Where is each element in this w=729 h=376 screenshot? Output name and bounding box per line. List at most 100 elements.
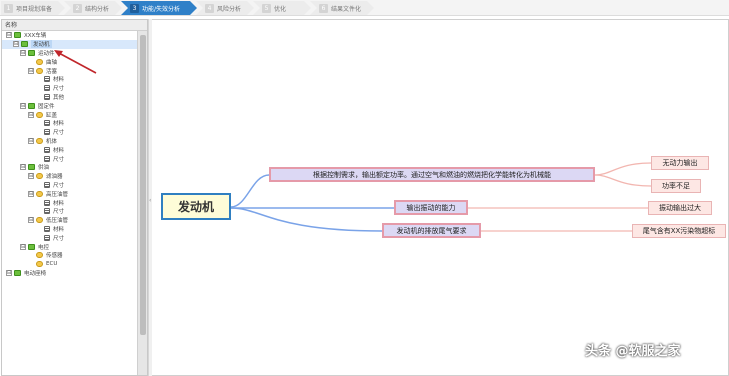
- tree-node[interactable]: ECU: [2, 260, 138, 269]
- tree-node-label: 电动座椅: [24, 270, 47, 277]
- step-planning[interactable]: 1 项目规划准备: [1, 1, 65, 15]
- tree-node[interactable]: ⊟ 低压油管: [2, 216, 138, 225]
- function-icon: [36, 111, 43, 118]
- collapse-toggle-icon[interactable]: ⊟: [6, 32, 12, 39]
- tree-node[interactable]: 尺寸: [2, 207, 138, 216]
- tree-scrollbar[interactable]: [137, 31, 147, 375]
- tree-node[interactable]: ⊟ 高压油管: [2, 189, 138, 198]
- tree-node[interactable]: ⊟ 活塞: [2, 66, 138, 75]
- tree-node[interactable]: ⊟ 运动件: [2, 49, 138, 58]
- failure-node[interactable]: 振动输出过大: [648, 201, 712, 215]
- step-number: 5: [262, 4, 271, 13]
- tree-node[interactable]: ⊟ 供油: [2, 163, 138, 172]
- function-node[interactable]: 根据控制需求，输出额定功率。通过空气和燃油的燃烧把化学能转化为机械能: [269, 167, 595, 182]
- collapse-toggle-icon[interactable]: ⊟: [20, 49, 26, 56]
- tree-node[interactable]: 曲轴: [2, 57, 138, 66]
- step-result-documentation[interactable]: 6 结果文件化: [310, 1, 374, 15]
- tree-node-label: 曲轴: [46, 59, 58, 66]
- tree-node[interactable]: ⊟ 电动座椅: [2, 269, 138, 278]
- step-risk-analysis[interactable]: 4 风险分析: [196, 1, 254, 15]
- step-optimization[interactable]: 5 优化: [253, 1, 311, 15]
- attribute-icon: [44, 120, 50, 127]
- function-node[interactable]: 输出振动的能力: [394, 200, 468, 215]
- tree-node[interactable]: 尺寸: [2, 181, 138, 190]
- tree-node[interactable]: ⊟ 缸盖: [2, 110, 138, 119]
- tree-column-header: 名称: [2, 20, 147, 31]
- collapse-toggle-icon[interactable]: ⊟: [20, 243, 26, 250]
- tree-node[interactable]: 材料: [2, 145, 138, 154]
- attribute-icon: [44, 199, 50, 206]
- collapse-toggle-icon[interactable]: ⊟: [6, 269, 12, 276]
- watermark-text: 头条 @软服之家: [585, 344, 681, 359]
- system-icon: [28, 164, 35, 171]
- connector-function-1-to-failure-2: [594, 174, 652, 187]
- function-icon: [36, 261, 43, 268]
- tree-node[interactable]: ⊟ 发动机: [2, 39, 138, 49]
- tree-node-label: 材料: [53, 121, 65, 128]
- tree-node[interactable]: 材料: [2, 198, 138, 207]
- failure-node[interactable]: 无动力输出: [651, 156, 709, 170]
- collapse-toggle-icon[interactable]: ⊟: [20, 102, 26, 109]
- tree-node-label: 机体: [46, 138, 58, 145]
- scrollbar-thumb[interactable]: [140, 35, 146, 335]
- tree-node-label: 传感器: [46, 253, 63, 260]
- step-label: 结构分析: [85, 5, 110, 13]
- process-step-bar: 1 项目规划准备 2 结构分析 3 功能/失效分析 4 风险分析 5 优化 6 …: [0, 0, 729, 16]
- tree-node-label: 材料: [53, 147, 65, 154]
- tree-node[interactable]: 材料: [2, 75, 138, 84]
- tree-node-label: 缸盖: [46, 112, 58, 119]
- attribute-icon: [44, 225, 50, 232]
- tree-node[interactable]: 尺寸: [2, 154, 138, 163]
- attribute-icon: [44, 146, 50, 153]
- mindmap-root-node[interactable]: 发动机: [161, 193, 231, 220]
- tree-node[interactable]: 尺寸: [2, 128, 138, 137]
- tree-node-label: 运动件: [38, 50, 55, 57]
- tree-node-label: 材料: [53, 200, 65, 207]
- collapse-toggle-icon[interactable]: ⊟: [28, 137, 34, 144]
- tree-node[interactable]: ⊟ 机体: [2, 137, 138, 146]
- step-label: 风险分析: [217, 5, 242, 13]
- connector-root-to-function-3: [230, 207, 383, 232]
- tree-node[interactable]: 尺寸: [2, 233, 138, 242]
- tree-node[interactable]: 其他: [2, 93, 138, 102]
- tree-node[interactable]: ⊟ 固定件: [2, 101, 138, 110]
- map-connectors: [230, 162, 652, 232]
- collapse-toggle-icon[interactable]: ⊟: [28, 67, 34, 74]
- tree-node-label: ECU: [46, 261, 58, 268]
- function-node[interactable]: 发动机的排放尾气要求: [382, 223, 481, 238]
- system-icon: [14, 32, 21, 39]
- attribute-icon: [44, 76, 50, 83]
- collapse-toggle-icon[interactable]: ⊟: [13, 41, 19, 48]
- system-icon: [28, 102, 35, 109]
- tree-node-label: 活塞: [46, 68, 58, 75]
- collapse-toggle-icon[interactable]: ⊟: [28, 190, 34, 197]
- collapse-toggle-icon[interactable]: ⊟: [20, 164, 26, 171]
- function-icon: [36, 58, 43, 65]
- collapse-toggle-icon[interactable]: ⊟: [28, 217, 34, 224]
- collapse-toggle-icon[interactable]: ⊟: [28, 173, 34, 180]
- tree-node[interactable]: 传感器: [2, 251, 138, 260]
- system-icon: [14, 269, 21, 276]
- tree-node[interactable]: ⊟ XXX车辆: [2, 31, 138, 40]
- failure-node[interactable]: 功率不足: [651, 179, 701, 193]
- step-label: 功能/失效分析: [142, 5, 181, 13]
- function-network-canvas: 发动机 根据控制需求，输出额定功率。通过空气和燃油的燃烧把化学能转化为机械能 输…: [152, 19, 729, 376]
- function-icon: [36, 190, 43, 197]
- system-icon: [28, 49, 35, 56]
- tree-node[interactable]: 材料: [2, 225, 138, 234]
- step-structure-analysis[interactable]: 2 结构分析: [64, 1, 122, 15]
- tree-node-label: 固定件: [38, 103, 55, 110]
- tree-node[interactable]: ⊟ 滤油器: [2, 172, 138, 181]
- system-icon: [28, 243, 35, 250]
- failure-node[interactable]: 尾气含有XX污染物超标: [632, 224, 726, 238]
- step-function-failure-analysis[interactable]: 3 功能/失效分析: [121, 1, 197, 15]
- tree-node[interactable]: ⊟ 电控: [2, 242, 138, 251]
- tree-node[interactable]: 尺寸: [2, 84, 138, 93]
- collapse-toggle-icon[interactable]: ⊟: [28, 111, 34, 118]
- tree-node[interactable]: 材料: [2, 119, 138, 128]
